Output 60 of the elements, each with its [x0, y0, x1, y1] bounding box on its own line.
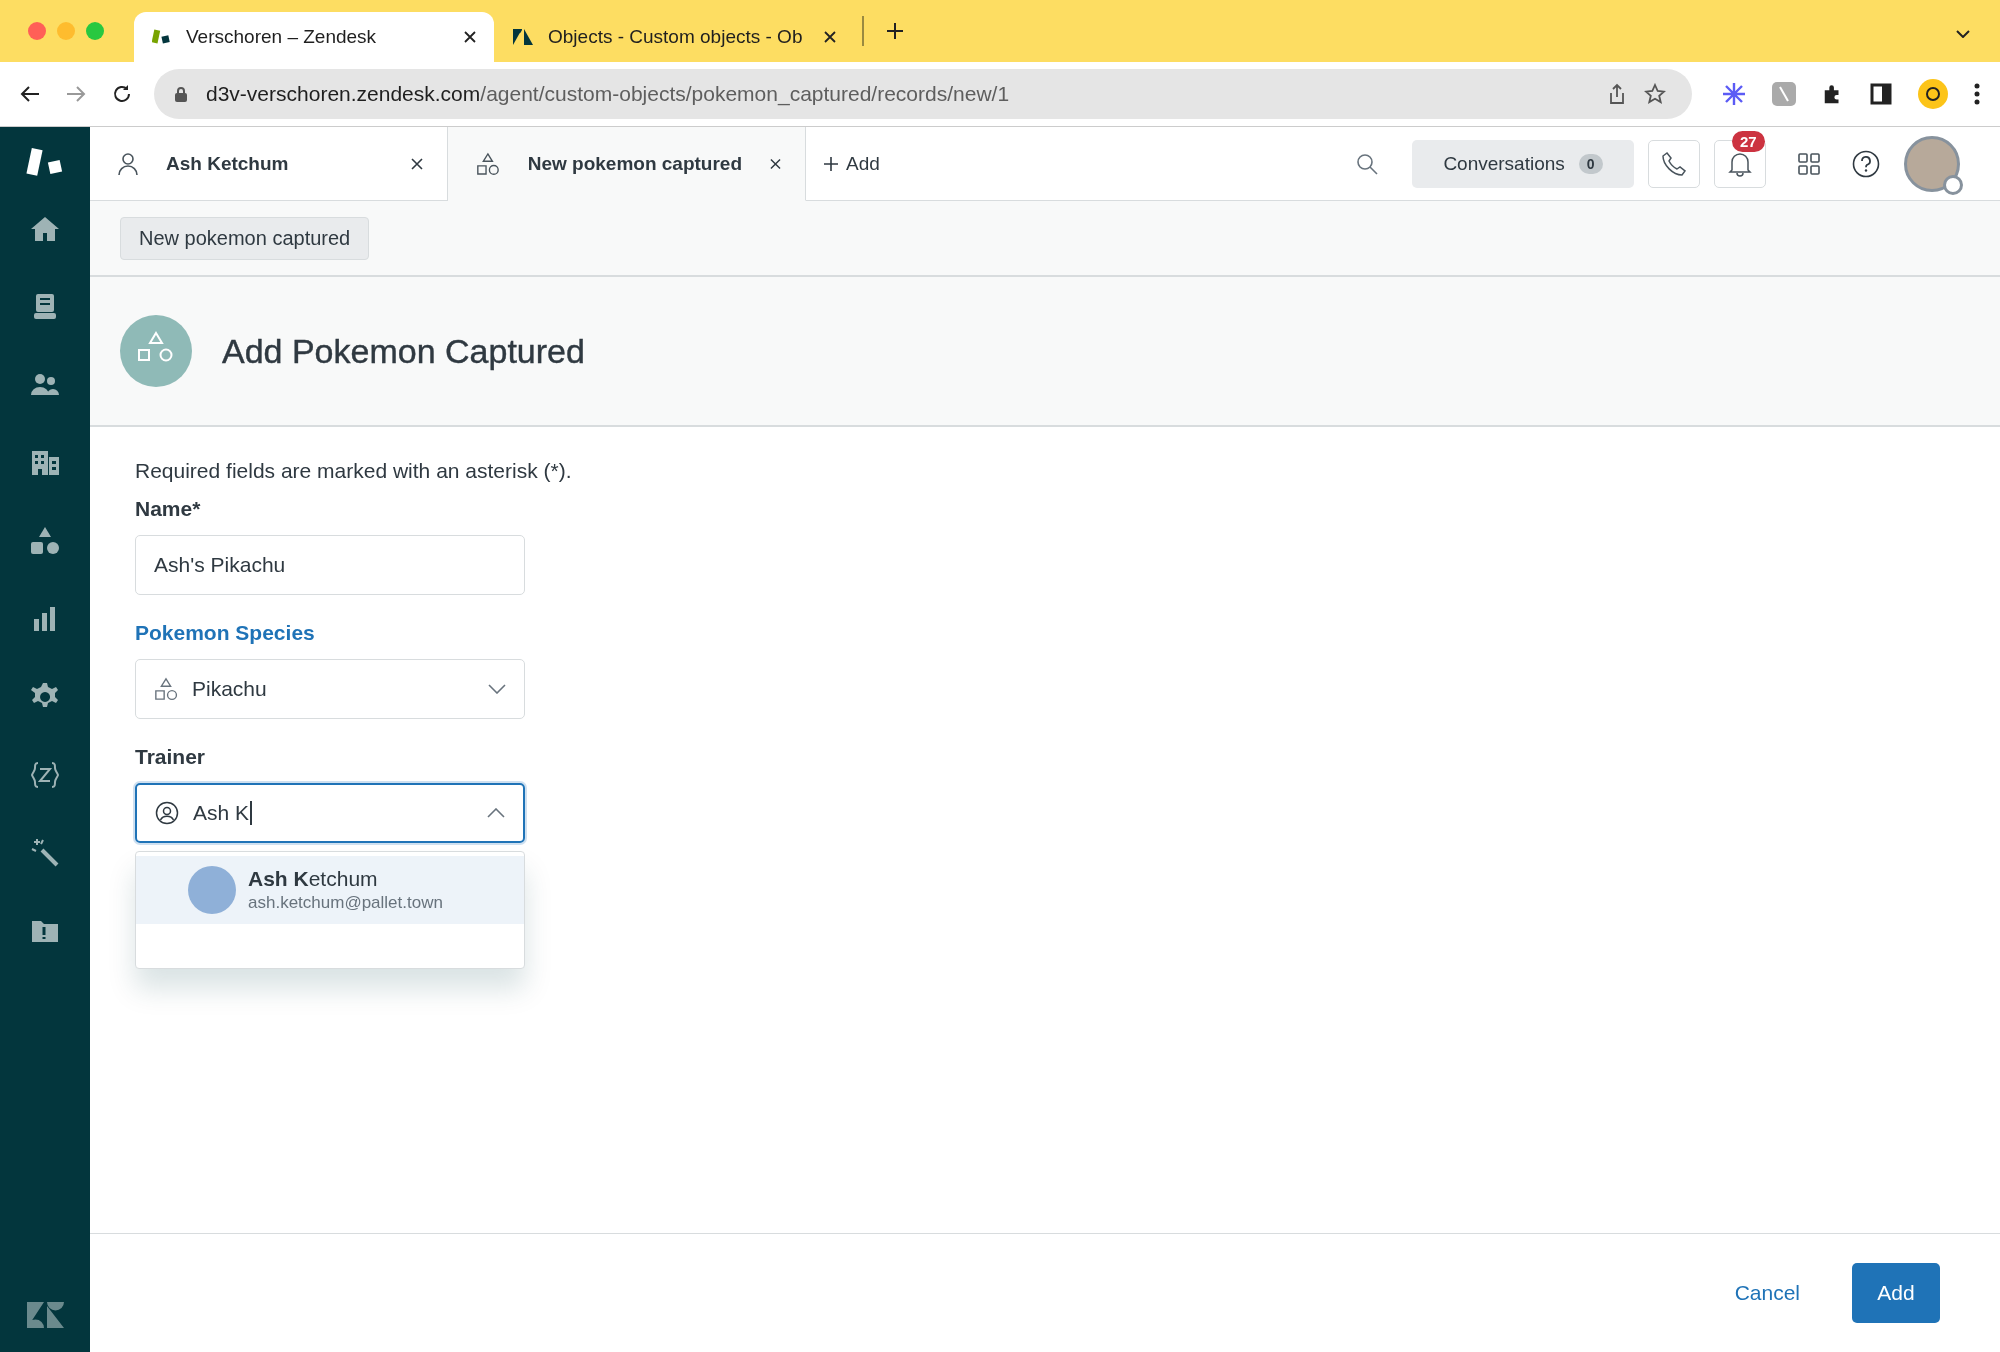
- user-option[interactable]: Ash Ketchum ash.ketchum@pallet.town: [136, 856, 524, 924]
- option-email: ash.ketchum@pallet.town: [248, 893, 443, 913]
- text-field[interactable]: Ash's Pikachu: [135, 535, 525, 595]
- search-icon[interactable]: [1356, 152, 1378, 175]
- zendesk-logo-icon: [512, 28, 534, 46]
- back-icon[interactable]: [20, 85, 40, 103]
- user-circle-icon: [155, 801, 179, 825]
- tab-list-icon[interactable]: [1956, 30, 1970, 38]
- page-title: Add Pokemon Captured: [222, 331, 585, 371]
- bell-icon: [1728, 150, 1752, 177]
- reload-icon[interactable]: [112, 84, 132, 104]
- product-logo-icon[interactable]: [25, 147, 65, 179]
- lock-icon: [174, 86, 188, 102]
- field-label: Trainer: [135, 745, 207, 769]
- browser-tab[interactable]: Objects - Custom objects - Ob: [494, 12, 854, 62]
- add-tab-button[interactable]: Add: [806, 127, 898, 200]
- option-name: Ash Ketchum: [248, 867, 379, 891]
- asterisk-icon[interactable]: [1722, 82, 1746, 106]
- close-icon[interactable]: [770, 157, 781, 170]
- cancel-button[interactable]: Cancel: [1712, 1263, 1822, 1323]
- chevron-up-icon: [487, 808, 505, 818]
- close-icon[interactable]: [464, 31, 476, 43]
- wand-icon[interactable]: [29, 837, 61, 869]
- phone-button[interactable]: [1648, 139, 1700, 188]
- breadcrumb-tag[interactable]: New pokemon captured: [120, 216, 370, 260]
- person-icon: [118, 151, 138, 176]
- field-label: Name*: [135, 497, 202, 521]
- required-note: Required fields are marked with an asterisk (*).: [135, 459, 573, 483]
- notification-count: 27: [1732, 130, 1765, 152]
- close-icon[interactable]: [411, 157, 423, 170]
- share-icon[interactable]: [1608, 83, 1626, 105]
- blocks-logo-icon: [152, 28, 172, 46]
- z-icon[interactable]: [29, 759, 61, 791]
- more-icon[interactable]: [1974, 83, 1980, 105]
- combobox-field[interactable]: Ash K: [135, 783, 525, 843]
- phone-icon: [1661, 150, 1687, 177]
- shapes-icon: [154, 677, 178, 701]
- workspace-tab[interactable]: New pokemon captured: [448, 127, 806, 201]
- help-icon[interactable]: [1852, 149, 1880, 178]
- conversations-button[interactable]: Conversations 0: [1412, 139, 1634, 188]
- shapes-icon: [476, 150, 500, 177]
- user-avatar[interactable]: [1904, 135, 1960, 192]
- chevron-down-icon: [488, 684, 506, 694]
- browser-tab[interactable]: Verschoren – Zendesk: [134, 12, 494, 62]
- star-icon[interactable]: [1644, 83, 1666, 105]
- select-field[interactable]: Pikachu: [135, 659, 525, 719]
- forward-icon[interactable]: [66, 85, 86, 103]
- avatar-placeholder: [188, 866, 236, 914]
- new-tab-icon[interactable]: [886, 22, 904, 40]
- apps-grid-icon[interactable]: [1798, 152, 1820, 175]
- field-label-link[interactable]: Pokemon Species: [135, 621, 1955, 645]
- plus-icon: [824, 156, 838, 171]
- sun-icon[interactable]: [1918, 79, 1948, 109]
- close-icon[interactable]: [824, 31, 836, 43]
- zendesk-logo-icon[interactable]: [25, 1300, 65, 1330]
- shapes-icon: [120, 315, 192, 387]
- address-bar[interactable]: d3v-verschoren.zendesk.com/agent/custom-objects/pokemon_captured/records/new/1: [154, 69, 1692, 119]
- objects-icon[interactable]: [29, 525, 61, 557]
- add-button[interactable]: Add: [1852, 1263, 1940, 1323]
- sidebar-icon[interactable]: [1870, 83, 1892, 105]
